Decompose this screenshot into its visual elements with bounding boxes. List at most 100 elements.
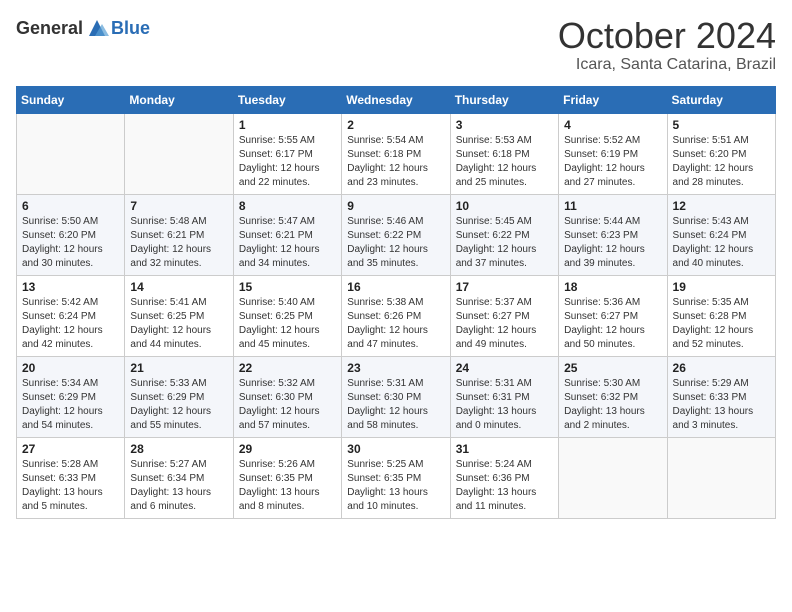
day-number: 12: [673, 199, 770, 213]
calendar-cell: 12 Sunrise: 5:43 AM Sunset: 6:24 PM Dayli…: [667, 194, 775, 275]
logo-icon: [85, 16, 109, 40]
calendar-cell: 27Sunrise: 5:28 AM Sunset: 6:33 PM Dayli…: [17, 437, 125, 518]
day-number: 27: [22, 442, 119, 456]
day-number: 9: [347, 199, 444, 213]
cell-content: Sunrise: 5:44 AM Sunset: 6:23 PM Dayligh…: [564, 215, 661, 271]
day-number: 29: [239, 442, 336, 456]
day-number: 19: [673, 280, 770, 294]
calendar-cell: 1 Sunrise: 5:55 AM Sunset: 6:17 PM Daylig…: [233, 113, 341, 194]
calendar-cell: 19 Sunrise: 5:35 AM Sunset: 6:28 PM Dayli…: [667, 275, 775, 356]
day-number: 23: [347, 361, 444, 375]
location-title: Icara, Santa Catarina, Brazil: [558, 56, 776, 74]
calendar-cell: 22Sunrise: 5:32 AM Sunset: 6:30 PM Dayli…: [233, 356, 341, 437]
calendar-cell: 3Sunrise: 5:53 AM Sunset: 6:18 PM Daylig…: [450, 113, 558, 194]
day-number: 31: [456, 442, 553, 456]
day-number: 1: [239, 118, 336, 132]
weekday-header-tuesday: Tuesday: [233, 86, 341, 113]
calendar-week-row: 13Sunrise: 5:42 AM Sunset: 6:24 PM Dayli…: [17, 275, 776, 356]
weekday-header-thursday: Thursday: [450, 86, 558, 113]
calendar-cell: 18Sunrise: 5:36 AM Sunset: 6:27 PM Dayli…: [559, 275, 667, 356]
cell-content: Sunrise: 5:40 AM Sunset: 6:25 PM Dayligh…: [239, 296, 336, 352]
calendar-cell: 23Sunrise: 5:31 AM Sunset: 6:30 PM Dayli…: [342, 356, 450, 437]
cell-content: Sunrise: 5:33 AM Sunset: 6:29 PM Dayligh…: [130, 377, 227, 433]
calendar-cell: 26 Sunrise: 5:29 AM Sunset: 6:33 PM Dayli…: [667, 356, 775, 437]
logo-blue: Blue: [111, 18, 150, 39]
cell-content: Sunrise: 5:51 AM Sunset: 6:20 PM Dayligh…: [673, 134, 770, 190]
cell-content: Sunrise: 5:25 AM Sunset: 6:35 PM Dayligh…: [347, 458, 444, 514]
cell-content: Sunrise: 5:37 AM Sunset: 6:27 PM Dayligh…: [456, 296, 553, 352]
day-number: 14: [130, 280, 227, 294]
day-number: 26: [673, 361, 770, 375]
calendar-cell: 30 Sunrise: 5:25 AM Sunset: 6:35 PM Dayli…: [342, 437, 450, 518]
weekday-header-row: SundayMondayTuesdayWednesdayThursdayFrid…: [17, 86, 776, 113]
logo: General Blue: [16, 16, 150, 40]
day-number: 22: [239, 361, 336, 375]
cell-content: Sunrise: 5:29 AM Sunset: 6:33 PM Dayligh…: [673, 377, 770, 433]
calendar-week-row: 27Sunrise: 5:28 AM Sunset: 6:33 PM Dayli…: [17, 437, 776, 518]
day-number: 17: [456, 280, 553, 294]
day-number: 13: [22, 280, 119, 294]
weekday-header-sunday: Sunday: [17, 86, 125, 113]
calendar-cell: 14 Sunrise: 5:41 AM Sunset: 6:25 PM Dayli…: [125, 275, 233, 356]
calendar-cell: 5 Sunrise: 5:51 AM Sunset: 6:20 PM Daylig…: [667, 113, 775, 194]
day-number: 4: [564, 118, 661, 132]
day-number: 28: [130, 442, 227, 456]
calendar-cell: 31 Sunrise: 5:24 AM Sunset: 6:36 PM Dayli…: [450, 437, 558, 518]
calendar-cell: 25 Sunrise: 5:30 AM Sunset: 6:32 PM Dayli…: [559, 356, 667, 437]
cell-content: Sunrise: 5:30 AM Sunset: 6:32 PM Dayligh…: [564, 377, 661, 433]
cell-content: Sunrise: 5:27 AM Sunset: 6:34 PM Dayligh…: [130, 458, 227, 514]
day-number: 6: [22, 199, 119, 213]
day-number: 20: [22, 361, 119, 375]
cell-content: Sunrise: 5:41 AM Sunset: 6:25 PM Dayligh…: [130, 296, 227, 352]
cell-content: Sunrise: 5:46 AM Sunset: 6:22 PM Dayligh…: [347, 215, 444, 271]
title-block: October 2024 Icara, Santa Catarina, Braz…: [558, 16, 776, 74]
calendar-cell: 9 Sunrise: 5:46 AM Sunset: 6:22 PM Daylig…: [342, 194, 450, 275]
cell-content: Sunrise: 5:24 AM Sunset: 6:36 PM Dayligh…: [456, 458, 553, 514]
calendar-week-row: 6Sunrise: 5:50 AM Sunset: 6:20 PM Daylig…: [17, 194, 776, 275]
day-number: 16: [347, 280, 444, 294]
weekday-header-monday: Monday: [125, 86, 233, 113]
cell-content: Sunrise: 5:52 AM Sunset: 6:19 PM Dayligh…: [564, 134, 661, 190]
day-number: 5: [673, 118, 770, 132]
cell-content: Sunrise: 5:47 AM Sunset: 6:21 PM Dayligh…: [239, 215, 336, 271]
calendar-cell: 24Sunrise: 5:31 AM Sunset: 6:31 PM Dayli…: [450, 356, 558, 437]
month-title: October 2024: [558, 16, 776, 56]
calendar-week-row: 1 Sunrise: 5:55 AM Sunset: 6:17 PM Daylig…: [17, 113, 776, 194]
calendar-cell: 7 Sunrise: 5:48 AM Sunset: 6:21 PM Daylig…: [125, 194, 233, 275]
calendar-cell: [17, 113, 125, 194]
logo-general: General: [16, 18, 83, 39]
calendar-cell: 13Sunrise: 5:42 AM Sunset: 6:24 PM Dayli…: [17, 275, 125, 356]
calendar-cell: 20Sunrise: 5:34 AM Sunset: 6:29 PM Dayli…: [17, 356, 125, 437]
weekday-header-wednesday: Wednesday: [342, 86, 450, 113]
day-number: 7: [130, 199, 227, 213]
calendar-week-row: 20Sunrise: 5:34 AM Sunset: 6:29 PM Dayli…: [17, 356, 776, 437]
calendar-cell: 16 Sunrise: 5:38 AM Sunset: 6:26 PM Dayli…: [342, 275, 450, 356]
cell-content: Sunrise: 5:43 AM Sunset: 6:24 PM Dayligh…: [673, 215, 770, 271]
cell-content: Sunrise: 5:31 AM Sunset: 6:31 PM Dayligh…: [456, 377, 553, 433]
page-header: General Blue October 2024 Icara, Santa C…: [16, 16, 776, 74]
day-number: 18: [564, 280, 661, 294]
calendar-cell: 28 Sunrise: 5:27 AM Sunset: 6:34 PM Dayli…: [125, 437, 233, 518]
weekday-header-friday: Friday: [559, 86, 667, 113]
day-number: 30: [347, 442, 444, 456]
cell-content: Sunrise: 5:35 AM Sunset: 6:28 PM Dayligh…: [673, 296, 770, 352]
cell-content: Sunrise: 5:38 AM Sunset: 6:26 PM Dayligh…: [347, 296, 444, 352]
calendar-cell: 21Sunrise: 5:33 AM Sunset: 6:29 PM Dayli…: [125, 356, 233, 437]
day-number: 2: [347, 118, 444, 132]
cell-content: Sunrise: 5:45 AM Sunset: 6:22 PM Dayligh…: [456, 215, 553, 271]
day-number: 25: [564, 361, 661, 375]
calendar-cell: [125, 113, 233, 194]
calendar-body: 1 Sunrise: 5:55 AM Sunset: 6:17 PM Daylig…: [17, 113, 776, 518]
cell-content: Sunrise: 5:54 AM Sunset: 6:18 PM Dayligh…: [347, 134, 444, 190]
calendar-cell: 8Sunrise: 5:47 AM Sunset: 6:21 PM Daylig…: [233, 194, 341, 275]
calendar-table: SundayMondayTuesdayWednesdayThursdayFrid…: [16, 86, 776, 519]
calendar-cell: 6Sunrise: 5:50 AM Sunset: 6:20 PM Daylig…: [17, 194, 125, 275]
day-number: 11: [564, 199, 661, 213]
cell-content: Sunrise: 5:48 AM Sunset: 6:21 PM Dayligh…: [130, 215, 227, 271]
calendar-cell: 10Sunrise: 5:45 AM Sunset: 6:22 PM Dayli…: [450, 194, 558, 275]
calendar-cell: 15Sunrise: 5:40 AM Sunset: 6:25 PM Dayli…: [233, 275, 341, 356]
day-number: 3: [456, 118, 553, 132]
calendar-cell: 29Sunrise: 5:26 AM Sunset: 6:35 PM Dayli…: [233, 437, 341, 518]
calendar-cell: [667, 437, 775, 518]
cell-content: Sunrise: 5:55 AM Sunset: 6:17 PM Dayligh…: [239, 134, 336, 190]
